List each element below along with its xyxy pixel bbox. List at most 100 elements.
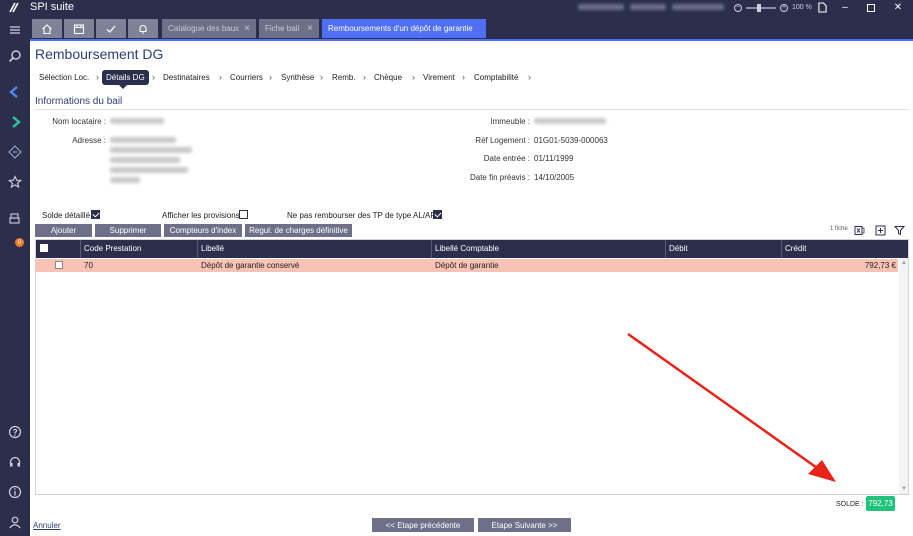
row-checkbox[interactable]	[55, 261, 63, 269]
step-virement[interactable]: Virement	[423, 73, 455, 82]
support-headset-icon[interactable]	[6, 453, 24, 471]
help-icon[interactable]	[6, 423, 24, 441]
tab-calendar[interactable]	[64, 19, 94, 38]
title-bar: SPI suite − + 100 % – ✕	[0, 0, 913, 15]
chevron-right-icon: ›	[528, 72, 531, 82]
page-title: Remboursement DG	[35, 46, 164, 62]
left-sidebar: 0	[0, 15, 30, 536]
date-fin-preavis-value: 14/10/2005	[534, 173, 575, 182]
ne-pas-rembourser-checkbox[interactable]	[433, 210, 442, 219]
tab-remboursements-depot-garantie[interactable]: Remboursements d'un dépôt de garantie	[322, 19, 486, 38]
grid-header: Code Prestation Libellé Libellé Comptabl…	[36, 240, 908, 258]
info-icon[interactable]	[6, 483, 24, 501]
ref-logement-label: Réf Logement :	[475, 136, 530, 145]
step-selection-loc[interactable]: Sélection Loc.	[39, 73, 89, 82]
tab-tasks[interactable]	[96, 19, 126, 38]
tab-home[interactable]	[32, 19, 62, 38]
ajouter-button[interactable]: Ajouter	[35, 224, 92, 237]
print-queue-icon[interactable]	[6, 210, 24, 228]
afficher-provisions-checkbox[interactable]	[239, 210, 248, 219]
zoom-out-icon[interactable]: −	[734, 3, 742, 12]
column-separator	[431, 240, 432, 258]
section-title-bail: Informations du bail	[35, 96, 123, 107]
date-entree-label: Date entrée :	[483, 154, 530, 163]
column-header-debit[interactable]: Débit	[669, 244, 688, 253]
zoom-slider[interactable]	[746, 3, 776, 12]
user-profile-icon[interactable]	[6, 513, 24, 531]
close-icon[interactable]: ×	[244, 23, 250, 34]
close-button[interactable]: ✕	[885, 0, 911, 15]
step-courriers[interactable]: Courriers	[230, 73, 263, 82]
section-divider	[35, 109, 909, 110]
cell-libelle-comptable: Dépôt de garantie	[435, 261, 499, 270]
step-synthese[interactable]: Synthèse	[281, 73, 314, 82]
cell-libelle: Dépôt de garantie conservé	[201, 261, 300, 270]
grid-vertical-scrollbar[interactable]: ▲ ▼	[899, 258, 908, 494]
minimize-button[interactable]: –	[832, 0, 858, 15]
tab-label: Catalogue des baux	[168, 24, 240, 33]
solde-detaille-label: Solde détaillé	[42, 211, 91, 220]
chevron-right-icon: ›	[412, 72, 415, 82]
tab-fiche-bail[interactable]: Fiche bail ×	[259, 19, 319, 38]
module-green-icon[interactable]	[6, 113, 24, 131]
excel-export-icon[interactable]	[853, 224, 866, 237]
tab-label: Fiche bail	[265, 24, 300, 33]
solde-value: 792,73	[866, 496, 895, 511]
search-icon[interactable]	[6, 47, 24, 65]
step-destinataires[interactable]: Destinataires	[163, 73, 210, 82]
ne-pas-rembourser-label: Ne pas rembourser des TP de type AL/APL	[287, 211, 441, 220]
column-header-libelle[interactable]: Libellé	[201, 244, 224, 253]
supprimer-button[interactable]: Supprimer	[95, 224, 161, 237]
solde-detaille-checkbox[interactable]	[91, 210, 100, 219]
annuler-link[interactable]: Annuler	[33, 521, 61, 530]
nom-locataire-label: Nom locataire :	[52, 117, 106, 126]
home-icon	[42, 23, 52, 34]
adresse-value-redacted-2	[110, 147, 192, 153]
module-blue-icon[interactable]	[6, 83, 24, 101]
cell-code-prestation: 70	[84, 261, 93, 270]
immeuble-value-redacted	[534, 118, 606, 124]
column-header-libelle-comptable[interactable]: Libellé Comptable	[435, 244, 499, 253]
table-row[interactable]: 70 Dépôt de garantie conservé Dépôt de g…	[36, 259, 898, 272]
zoom-in-icon[interactable]: +	[780, 3, 788, 12]
previous-step-button[interactable]: << Etape précédente	[372, 518, 474, 532]
favorites-star-icon[interactable]	[6, 173, 24, 191]
prestations-grid: Code Prestation Libellé Libellé Comptabl…	[35, 239, 909, 495]
chevron-right-icon: ›	[363, 72, 366, 82]
next-step-button[interactable]: Etape Suivante >>	[478, 518, 571, 532]
ref-logement-value: 01G01-5039-000063	[534, 136, 608, 145]
step-cheque[interactable]: Chèque	[374, 73, 402, 82]
cell-credit: 792,73 €	[864, 261, 896, 270]
maximize-button[interactable]	[858, 0, 884, 15]
zoom-slider-thumb[interactable]	[757, 3, 761, 12]
filter-icon[interactable]	[893, 224, 906, 237]
step-details-dg[interactable]: Détails DG	[102, 70, 149, 89]
scroll-up-icon[interactable]: ▲	[901, 260, 907, 266]
scroll-down-icon[interactable]: ▼	[901, 486, 907, 492]
date-entree-value: 01/11/1999	[534, 154, 574, 163]
adresse-label: Adresse :	[72, 136, 106, 145]
adresse-value-redacted-4	[110, 167, 188, 173]
step-remb[interactable]: Remb.	[332, 73, 356, 82]
blurred-user-info	[578, 4, 624, 10]
add-column-icon[interactable]	[874, 224, 887, 237]
zoom-level: 100 %	[792, 4, 812, 11]
column-separator	[80, 240, 81, 258]
menu-icon[interactable]	[6, 21, 24, 39]
adresse-value-redacted-3	[110, 157, 180, 163]
select-all-checkbox[interactable]	[40, 244, 48, 252]
step-comptabilite[interactable]: Comptabilité	[474, 73, 518, 82]
regul-charges-button[interactable]: Regul. de charges définitive	[245, 224, 352, 237]
column-header-credit[interactable]: Crédit	[785, 244, 806, 253]
module-diamond-icon[interactable]	[6, 143, 24, 161]
compteurs-index-button[interactable]: Compteurs d'index	[164, 224, 242, 237]
close-icon[interactable]: ×	[307, 23, 313, 34]
document-icon[interactable]	[818, 2, 827, 13]
tab-catalogue-des-baux[interactable]: Catalogue des baux ×	[162, 19, 256, 38]
maximize-icon	[867, 3, 875, 12]
bell-icon	[139, 24, 147, 34]
column-header-code-prestation[interactable]: Code Prestation	[84, 244, 141, 253]
column-separator	[665, 240, 666, 258]
app-title: SPI suite	[30, 1, 75, 13]
tab-notifications[interactable]	[128, 19, 158, 38]
